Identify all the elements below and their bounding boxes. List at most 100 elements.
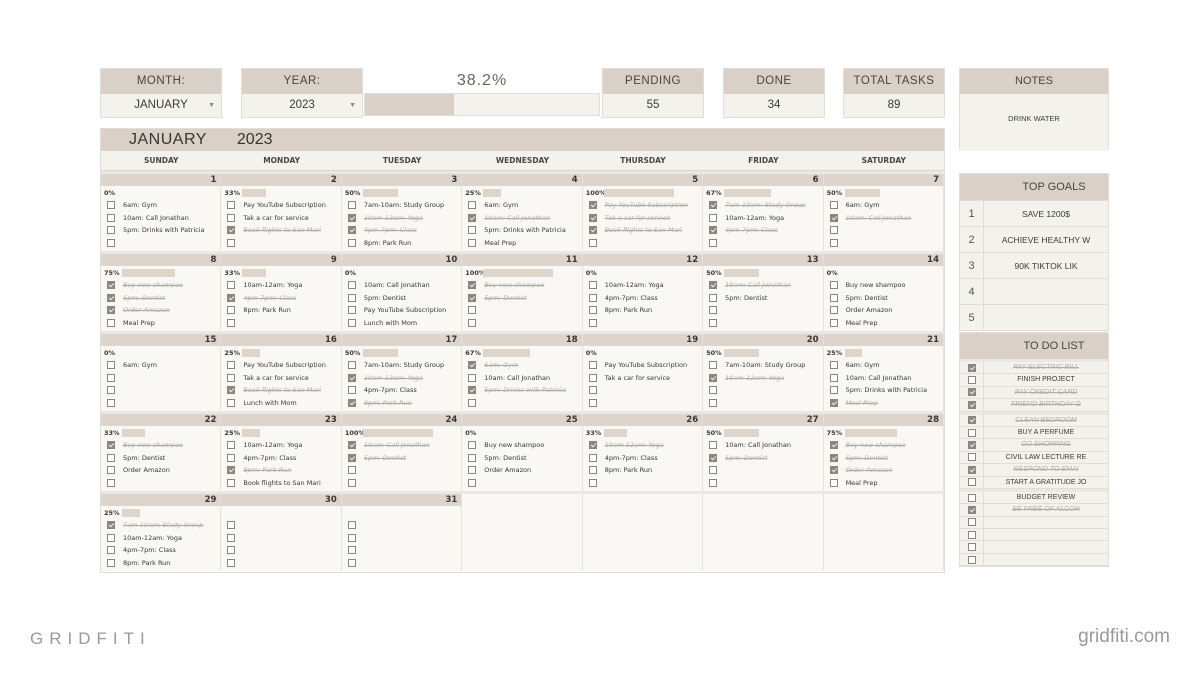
checkbox-checked-icon[interactable] — [709, 226, 718, 235]
checkbox-unchecked-icon[interactable] — [107, 533, 115, 542]
task-text[interactable]: 7am-10am: Study Group — [364, 361, 444, 369]
task-text[interactable]: Buy new shampoo — [846, 441, 906, 449]
checkbox-unchecked-icon[interactable] — [347, 466, 356, 475]
checkbox-checked-icon[interactable] — [588, 226, 597, 235]
todo-text[interactable]: BUDGET REVIEW — [984, 492, 1108, 503]
checkbox-checked-icon[interactable] — [829, 466, 838, 475]
checkbox-unchecked-icon[interactable] — [347, 558, 356, 567]
task-text[interactable]: 8pm: Park Run — [364, 399, 412, 407]
checkbox-unchecked-icon[interactable] — [468, 238, 477, 247]
task-text[interactable]: 4pm-7pm: Class — [725, 226, 778, 234]
checkbox-unchecked-icon[interactable] — [227, 361, 236, 370]
checkbox-unchecked-icon[interactable] — [588, 238, 597, 247]
task-text[interactable]: 6am: Gym — [846, 361, 880, 369]
checkbox-checked-icon[interactable] — [107, 306, 115, 315]
checkbox-unchecked-icon[interactable] — [829, 386, 838, 395]
task-text[interactable]: Pay YouTube Subscription — [243, 361, 325, 369]
checkbox-unchecked-icon[interactable] — [468, 453, 477, 462]
checkbox-unchecked-icon[interactable] — [468, 226, 477, 235]
task-text[interactable]: 7am-10am: Study Group — [725, 201, 805, 209]
checkbox-checked-icon[interactable] — [967, 441, 976, 450]
checkbox-unchecked-icon[interactable] — [227, 373, 236, 382]
task-text[interactable]: 10am-12am: Yoga — [243, 281, 302, 289]
task-text[interactable]: Buy new shampoo — [484, 281, 544, 289]
checkbox-unchecked-icon[interactable] — [468, 398, 477, 407]
checkbox-checked-icon[interactable] — [347, 213, 356, 222]
checkbox-unchecked-icon[interactable] — [227, 318, 236, 327]
task-text[interactable]: 10am: Call Jonathan — [484, 374, 550, 382]
todo-text[interactable]: CLEAN BEDROOM — [984, 415, 1108, 426]
checkbox-unchecked-icon[interactable] — [588, 373, 597, 382]
checkbox-checked-icon[interactable] — [227, 226, 236, 235]
task-text[interactable]: 5pm: Drinks with Patricia — [484, 386, 566, 394]
checkbox-checked-icon[interactable] — [709, 281, 718, 290]
checkbox-unchecked-icon[interactable] — [967, 453, 976, 462]
checkbox-unchecked-icon[interactable] — [468, 306, 477, 315]
task-text[interactable]: 10am: Call Jonathan — [725, 441, 791, 449]
checkbox-checked-icon[interactable] — [967, 363, 976, 372]
checkbox-unchecked-icon[interactable] — [468, 466, 477, 475]
checkbox-unchecked-icon[interactable] — [227, 478, 236, 487]
checkbox-unchecked-icon[interactable] — [347, 386, 356, 395]
checkbox-unchecked-icon[interactable] — [588, 386, 597, 395]
todo-text[interactable]: PAY CREDIT CARD — [984, 387, 1108, 398]
task-text[interactable]: Book flights to San Mari — [605, 226, 682, 234]
task-text[interactable]: 6am: Gym — [484, 201, 518, 209]
checkbox-checked-icon[interactable] — [468, 281, 477, 290]
checkbox-checked-icon[interactable] — [967, 465, 976, 474]
task-text[interactable]: Order Amazon — [846, 466, 893, 474]
checkbox-unchecked-icon[interactable] — [967, 493, 976, 502]
checkbox-unchecked-icon[interactable] — [829, 306, 838, 315]
checkbox-checked-icon[interactable] — [468, 386, 477, 395]
checkbox-unchecked-icon[interactable] — [967, 530, 976, 539]
checkbox-unchecked-icon[interactable] — [967, 543, 976, 552]
task-text[interactable]: Order Amazon — [123, 306, 170, 314]
checkbox-unchecked-icon[interactable] — [107, 373, 115, 382]
checkbox-unchecked-icon[interactable] — [588, 361, 597, 370]
checkbox-unchecked-icon[interactable] — [829, 318, 838, 327]
checkbox-unchecked-icon[interactable] — [107, 398, 115, 407]
checkbox-unchecked-icon[interactable] — [967, 518, 976, 527]
checkbox-unchecked-icon[interactable] — [227, 306, 236, 315]
checkbox-unchecked-icon[interactable] — [709, 293, 718, 302]
checkbox-unchecked-icon[interactable] — [967, 376, 976, 385]
checkbox-checked-icon[interactable] — [967, 416, 976, 425]
checkbox-unchecked-icon[interactable] — [967, 478, 976, 487]
task-text[interactable]: 10am-12am: Yoga — [605, 441, 664, 449]
month-dropdown[interactable]: JANUARY ▼ — [101, 94, 221, 117]
task-text[interactable]: Book flights to San Mari — [243, 479, 320, 487]
todo-text[interactable] — [984, 517, 1108, 528]
task-text[interactable]: 5pm: Drinks with Patricia — [484, 226, 566, 234]
checkbox-checked-icon[interactable] — [588, 441, 597, 450]
task-text[interactable]: 7am-10am: Study Group — [123, 521, 203, 529]
checkbox-unchecked-icon[interactable] — [829, 293, 838, 302]
checkbox-unchecked-icon[interactable] — [227, 238, 236, 247]
checkbox-unchecked-icon[interactable] — [709, 238, 718, 247]
checkbox-unchecked-icon[interactable] — [107, 226, 115, 235]
checkbox-unchecked-icon[interactable] — [107, 386, 115, 395]
goal-text[interactable] — [984, 305, 1108, 330]
task-text[interactable]: 7am-10am: Study Group — [725, 361, 805, 369]
checkbox-checked-icon[interactable] — [588, 201, 597, 210]
todo-text[interactable]: RESPOND TO EMAI — [984, 464, 1108, 475]
task-text[interactable]: Order Amazon — [846, 306, 893, 314]
task-text[interactable]: 7am-10am: Study Group — [364, 201, 444, 209]
task-text[interactable]: 5pm: Dentist — [364, 294, 406, 302]
checkbox-unchecked-icon[interactable] — [709, 306, 718, 315]
todo-text[interactable] — [984, 541, 1108, 552]
checkbox-unchecked-icon[interactable] — [347, 546, 356, 555]
task-text[interactable]: 4pm-7pm: Class — [605, 294, 658, 302]
checkbox-unchecked-icon[interactable] — [227, 213, 236, 222]
year-dropdown[interactable]: 2023 ▼ — [242, 94, 362, 117]
checkbox-checked-icon[interactable] — [829, 213, 838, 222]
task-text[interactable]: 8pm: Park Run — [243, 466, 291, 474]
checkbox-unchecked-icon[interactable] — [227, 441, 236, 450]
checkbox-unchecked-icon[interactable] — [829, 226, 838, 235]
checkbox-unchecked-icon[interactable] — [227, 521, 236, 530]
checkbox-checked-icon[interactable] — [468, 213, 477, 222]
notes-text[interactable]: DRINK WATER — [960, 94, 1108, 151]
task-text[interactable]: 5pm: Dentist — [364, 454, 406, 462]
task-text[interactable]: 4pm-7pm: Class — [605, 454, 658, 462]
task-text[interactable]: Meal Prep — [484, 239, 516, 247]
checkbox-unchecked-icon[interactable] — [347, 293, 356, 302]
